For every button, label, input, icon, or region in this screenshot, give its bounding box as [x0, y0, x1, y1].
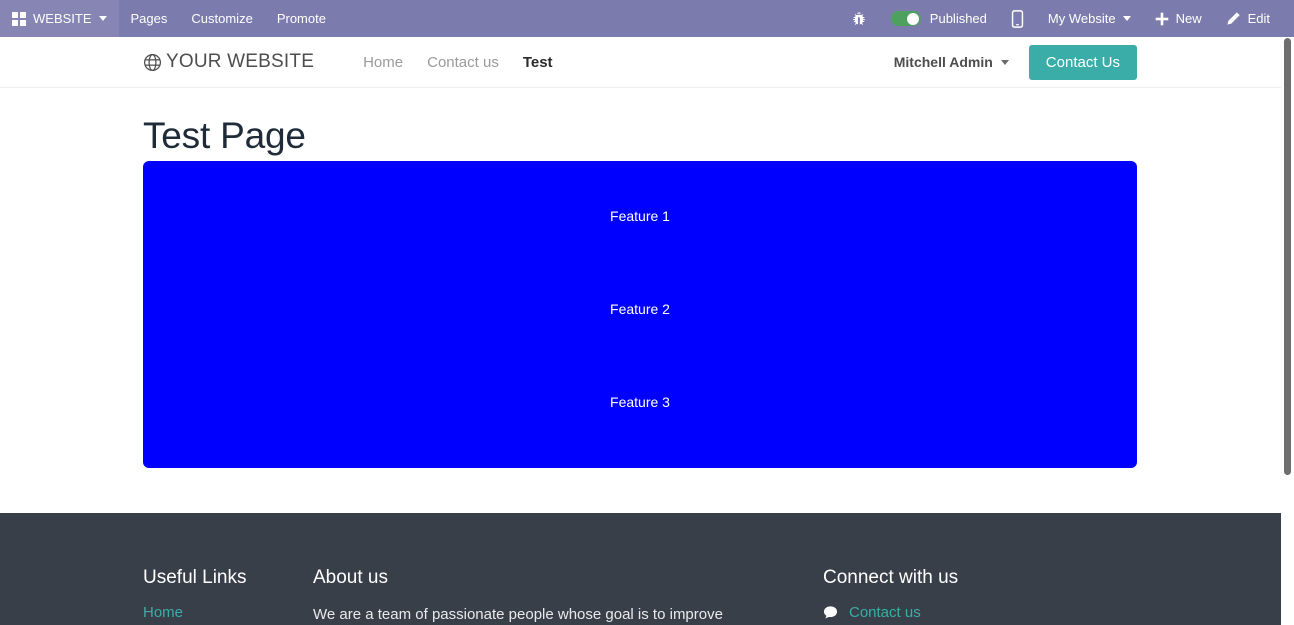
footer-connect-row: Contact us	[823, 604, 1143, 621]
footer-link-home[interactable]: Home	[143, 604, 183, 621]
debug-menu-button[interactable]	[839, 0, 879, 37]
bug-icon	[852, 11, 865, 25]
footer-column-connect: Connect with us Contact us	[823, 567, 1143, 625]
feature-item-3: Feature 3	[610, 394, 670, 410]
menu-item-customize-label: Customize	[191, 11, 253, 26]
edit-button[interactable]: Edit	[1214, 0, 1282, 37]
site-footer: Useful Links Home About us We are a team…	[0, 513, 1281, 625]
site-navigation: Home Contact us Test	[351, 54, 564, 71]
nav-link-test[interactable]: Test	[511, 54, 565, 71]
page-title: Test Page	[143, 115, 306, 156]
menu-item-pages-label: Pages	[130, 11, 168, 26]
topbar-right-group: Published My Website New Edit	[839, 0, 1294, 37]
vertical-scrollbar-track[interactable]	[1281, 37, 1294, 625]
menu-item-customize[interactable]: Customize	[179, 0, 264, 37]
publish-toggle-label: Published	[929, 11, 987, 26]
globe-icon	[143, 53, 162, 71]
user-menu-label: Mitchell Admin	[893, 54, 993, 70]
user-menu[interactable]: Mitchell Admin	[894, 54, 1009, 70]
new-button-label: New	[1175, 11, 1202, 26]
vertical-scrollbar-thumb[interactable]	[1284, 38, 1291, 475]
feature-item-1: Feature 1	[610, 208, 670, 224]
footer-column-about-us: About us We are a team of passionate peo…	[313, 567, 823, 625]
nav-link-contact-us[interactable]: Contact us	[415, 54, 511, 71]
menu-item-promote[interactable]: Promote	[265, 0, 338, 37]
topbar-left-group: WEBSITE Pages Customize Promote	[0, 0, 338, 37]
feature-item-2: Feature 2	[610, 301, 670, 317]
chevron-down-icon	[98, 16, 107, 21]
nav-link-home[interactable]: Home	[351, 54, 415, 71]
chevron-down-icon	[1122, 16, 1131, 21]
footer-heading-connect: Connect with us	[823, 567, 959, 588]
footer-columns: Useful Links Home About us We are a team…	[0, 513, 1281, 625]
new-button[interactable]: New	[1143, 0, 1214, 37]
contact-us-button[interactable]: Contact Us	[1028, 44, 1137, 80]
website-selector-label: My Website	[1047, 11, 1116, 26]
site-brand-name: YOUR WEBSITE	[166, 51, 315, 72]
footer-heading-about-us: About us	[313, 567, 388, 588]
website-canvas: YOUR WEBSITE Home Contact us Test Mitche…	[0, 37, 1281, 625]
mobile-preview-button[interactable]	[999, 0, 1036, 37]
website-header: YOUR WEBSITE Home Contact us Test Mitche…	[0, 37, 1281, 88]
menu-item-promote-label: Promote	[276, 11, 326, 26]
plus-icon	[1155, 12, 1168, 25]
footer-heading-useful-links: Useful Links	[143, 567, 247, 588]
chat-bubble-icon	[823, 606, 838, 619]
apps-menu-button[interactable]: WEBSITE	[0, 0, 119, 37]
mobile-icon	[1011, 9, 1024, 28]
footer-link-contact-us[interactable]: Contact us	[849, 604, 921, 621]
apps-menu-label: WEBSITE	[33, 11, 92, 26]
footer-about-text: We are a team of passionate people whose…	[313, 606, 723, 623]
menu-item-pages[interactable]: Pages	[119, 0, 180, 37]
apps-grid-icon	[12, 11, 26, 26]
publish-switch-icon[interactable]	[890, 11, 921, 26]
site-logo[interactable]: YOUR WEBSITE	[143, 51, 314, 73]
header-right-group: Mitchell Admin Contact Us	[894, 44, 1281, 80]
edit-button-label: Edit	[1247, 11, 1270, 26]
footer-column-useful-links: Useful Links Home	[143, 567, 313, 625]
website-selector-button[interactable]: My Website	[1036, 0, 1143, 37]
feature-block[interactable]: Feature 1 Feature 2 Feature 3	[143, 161, 1137, 468]
chevron-down-icon	[1000, 59, 1009, 65]
pencil-icon	[1227, 12, 1240, 25]
publish-toggle[interactable]: Published	[879, 0, 999, 37]
odoo-editor-topbar: WEBSITE Pages Customize Promote Publishe…	[0, 0, 1294, 37]
